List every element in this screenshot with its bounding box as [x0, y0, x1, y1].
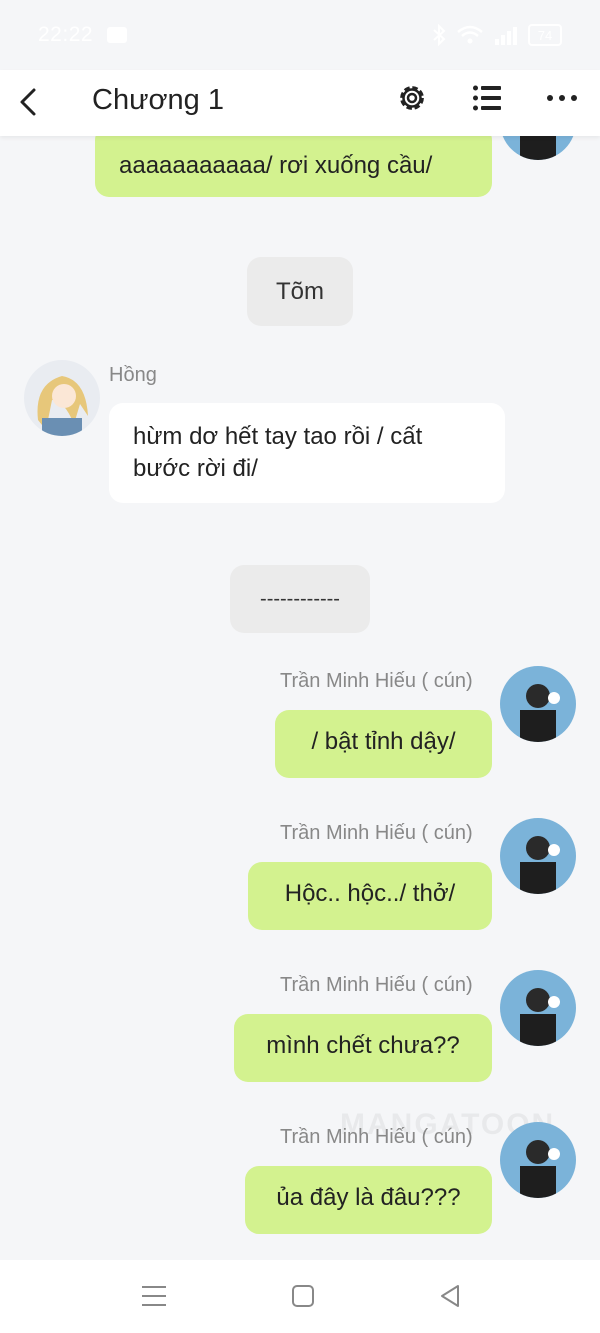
- avatar[interactable]: [500, 818, 576, 894]
- chat-area[interactable]: aaaaaaaaaaa/ rơi xuống cầu/ Tõm Hồng hừm…: [0, 136, 600, 1260]
- status-time: 22:22: [38, 23, 94, 46]
- avatar[interactable]: [500, 666, 576, 742]
- wifi-icon: [457, 25, 483, 44]
- avatar[interactable]: [500, 970, 576, 1046]
- signal-icon: [495, 27, 517, 45]
- status-bar: 22:22 74: [0, 0, 600, 70]
- avatar[interactable]: [24, 360, 100, 436]
- sender-name: Trần Minh Hiếu ( cún): [280, 1126, 473, 1148]
- gear-icon[interactable]: [396, 82, 428, 114]
- message-text: bước rời đi/: [133, 455, 258, 482]
- message-text: ủa đây là đâu???: [276, 1184, 461, 1211]
- list-icon[interactable]: [472, 84, 502, 112]
- message-text: aaaaaaaaaaa/ rơi xuống cầu/: [119, 152, 433, 179]
- status-right: 74: [432, 24, 562, 46]
- sender-name: Trần Minh Hiếu ( cún): [280, 974, 473, 996]
- page-title: Chương 1: [92, 84, 224, 116]
- message-bubble: / bật tỉnh dậy/: [275, 710, 492, 778]
- notification-icon: [107, 27, 128, 43]
- chevron-left-icon: [20, 88, 36, 116]
- more-dots-icon[interactable]: [546, 88, 578, 108]
- bluetooth-icon: [433, 24, 446, 46]
- narration-text: ------------: [260, 588, 340, 610]
- narration-bubble: Tõm: [247, 257, 353, 326]
- back-nav-button[interactable]: [434, 1280, 466, 1312]
- narration-bubble: ------------: [230, 565, 370, 633]
- system-nav-bar: [0, 1260, 600, 1333]
- sender-name: Trần Minh Hiếu ( cún): [280, 670, 473, 692]
- back-button[interactable]: [14, 84, 42, 120]
- avatar[interactable]: [500, 136, 576, 160]
- avatar-photo: [500, 818, 576, 894]
- status-left: 22:22: [38, 23, 128, 47]
- message-bubble: ủa đây là đâu???: [245, 1166, 492, 1234]
- message-bubble: Hộc.. hộc../ thở/: [248, 862, 492, 930]
- message-bubble: aaaaaaaaaaa/ rơi xuống cầu/: [95, 136, 492, 197]
- app-header: Chương 1: [0, 70, 600, 136]
- sender-name: Hồng: [109, 364, 157, 386]
- battery-indicator: 74: [528, 24, 562, 46]
- avatar-photo: [500, 970, 576, 1046]
- avatar-photo: [500, 136, 576, 160]
- sender-name: Trần Minh Hiếu ( cún): [280, 822, 473, 844]
- message-text: / bật tỉnh dậy/: [311, 728, 456, 755]
- message-text: hừm dơ hết tay tao rồi / cất: [133, 423, 423, 450]
- avatar[interactable]: [500, 1122, 576, 1198]
- message-text: Hộc.. hộc../ thở/: [284, 880, 456, 907]
- menu-nav-button[interactable]: [138, 1280, 170, 1312]
- home-nav-button[interactable]: [287, 1280, 319, 1312]
- message-bubble: mình chết chưa??: [234, 1014, 492, 1082]
- narration-text: Tõm: [276, 278, 324, 305]
- avatar-photo: [500, 1122, 576, 1198]
- avatar-photo: [24, 360, 100, 436]
- avatar-photo: [500, 666, 576, 742]
- message-bubble: hừm dơ hết tay tao rồi / cất bước rời đi…: [109, 403, 505, 503]
- message-text: mình chết chưa??: [266, 1032, 460, 1059]
